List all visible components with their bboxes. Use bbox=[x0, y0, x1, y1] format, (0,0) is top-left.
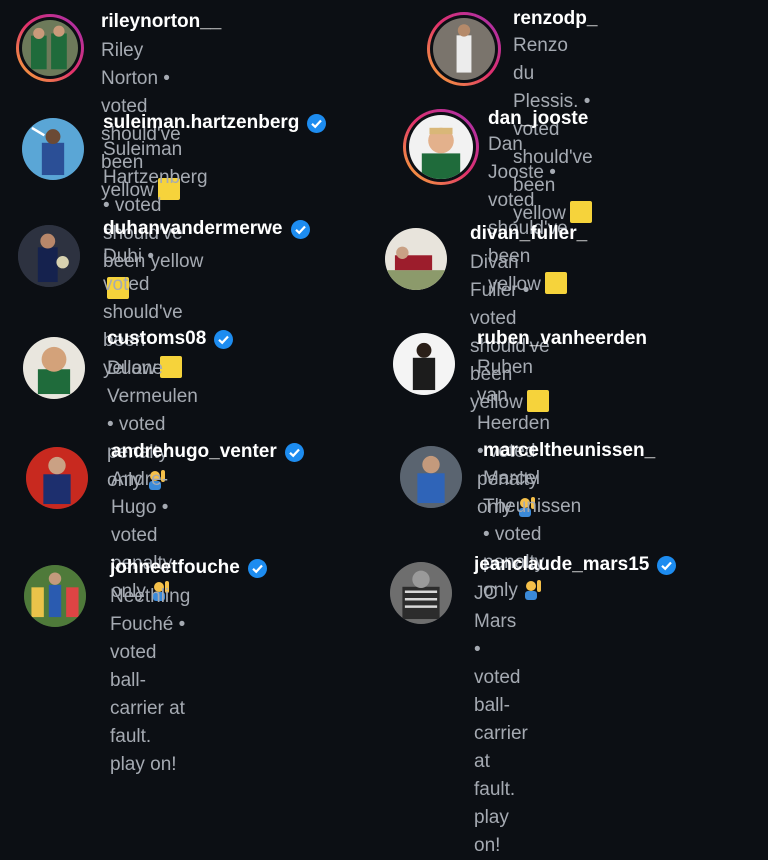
username[interactable]: jeanclaude_mars15 bbox=[474, 554, 649, 576]
avatar-duhanvandermerwe[interactable] bbox=[18, 225, 80, 287]
avatar-suleiman[interactable] bbox=[22, 118, 84, 180]
username[interactable]: rileynorton__ bbox=[101, 11, 221, 33]
username[interactable]: suleiman.hartzenberg bbox=[103, 112, 299, 134]
avatar-dan-jooste[interactable] bbox=[403, 109, 479, 185]
avatar-rileynorton[interactable] bbox=[16, 14, 84, 82]
verified-badge-icon bbox=[290, 219, 310, 239]
yellow-square-icon bbox=[569, 201, 592, 223]
vote-line-1: Marcel Theunissen • voted bbox=[483, 468, 582, 545]
avatar-divan-fuller[interactable] bbox=[385, 228, 447, 290]
vote-line-2: fault. play on! bbox=[474, 779, 516, 856]
avatar-ruben-vanheerden[interactable] bbox=[393, 333, 455, 395]
verified-badge-icon bbox=[307, 113, 327, 133]
vote-line-1: Duane Vermeulen • voted bbox=[107, 358, 198, 435]
username[interactable]: divan_fuller_ bbox=[470, 223, 587, 245]
avatar-jeanclaude-mars15[interactable] bbox=[390, 562, 452, 624]
avatar-renzodp[interactable] bbox=[427, 12, 501, 86]
username[interactable]: andrehugo_venter bbox=[111, 441, 277, 463]
verified-badge-icon bbox=[657, 555, 677, 575]
username[interactable]: renzodp_ bbox=[513, 8, 597, 30]
vote-line-1: JC Mars • voted ball-carrier at bbox=[474, 583, 528, 772]
username[interactable]: johneetfouche bbox=[110, 557, 240, 579]
verified-badge-icon bbox=[214, 329, 234, 349]
username[interactable]: dan_jooste bbox=[488, 108, 588, 130]
vote-line-2: ball-carrier at fault. play on! bbox=[110, 670, 185, 775]
username[interactable]: ruben_vanheerden bbox=[477, 328, 647, 350]
avatar-johneetfouche[interactable] bbox=[24, 565, 86, 627]
verified-badge-icon bbox=[284, 442, 304, 462]
avatar-andrehugo-venter[interactable] bbox=[26, 447, 88, 509]
username[interactable]: marceltheunissen_ bbox=[483, 440, 655, 462]
vote-line-1: Neethling Fouché • voted bbox=[110, 586, 191, 663]
username[interactable]: customs08 bbox=[107, 328, 206, 350]
vote-line-1: Suleiman Hartzenberg • voted bbox=[103, 139, 208, 216]
username[interactable]: duhanvandermerwe bbox=[103, 218, 283, 240]
avatar-marceltheunissen[interactable] bbox=[400, 446, 462, 508]
verified-badge-icon bbox=[247, 558, 267, 578]
avatar-customs08[interactable] bbox=[23, 337, 85, 399]
